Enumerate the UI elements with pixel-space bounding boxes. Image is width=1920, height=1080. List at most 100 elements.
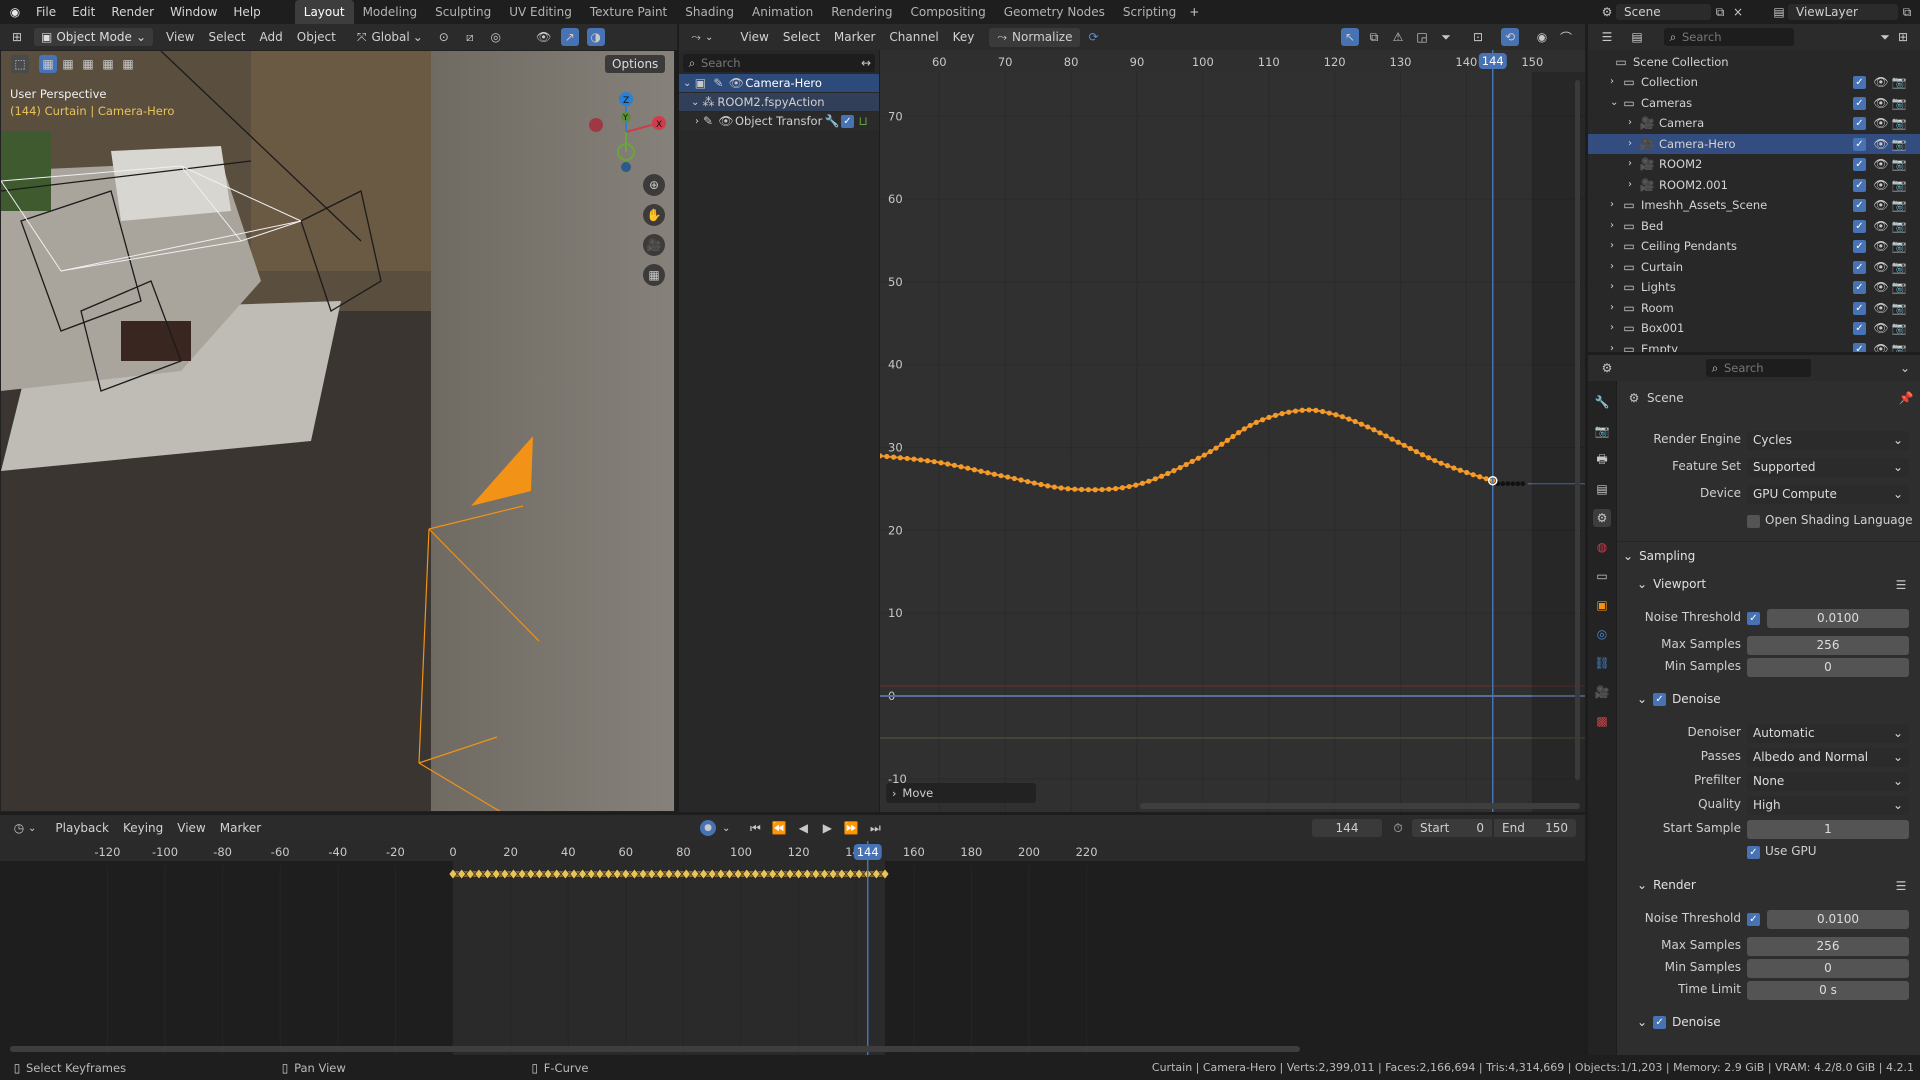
chevron-right-icon[interactable]: ›: [1628, 113, 1638, 133]
chevron-right-icon[interactable]: ›: [1610, 216, 1620, 236]
channel-transform[interactable]: › ✎ 👁 Object Transfor 🔧 ✓ ⊔: [679, 112, 879, 130]
graph-editor-type-icon[interactable]: ⤳: [687, 28, 705, 46]
chevron-right-icon[interactable]: ›: [1610, 195, 1620, 215]
timeline-scrollbar[interactable]: [10, 1046, 1300, 1052]
chevron-right-icon[interactable]: ›: [1610, 257, 1620, 277]
eye-icon[interactable]: 👁: [1872, 299, 1890, 317]
eye-icon[interactable]: 👁: [1872, 114, 1890, 132]
timeline-type-icon[interactable]: ◷: [10, 819, 28, 837]
vertical-scrollbar[interactable]: [1575, 80, 1580, 780]
eye-icon[interactable]: 👁: [717, 112, 735, 130]
viewlayer-selector[interactable]: ▤ ViewLayer ⧉ ×: [1770, 2, 1920, 22]
r-denoise-checkbox[interactable]: ✓: [1653, 1015, 1667, 1029]
presets-list-icon[interactable]: ☰: [1892, 877, 1910, 895]
start-frame-field[interactable]: Start 0: [1412, 819, 1492, 837]
overlay-toggle-icon[interactable]: ◑: [586, 28, 605, 46]
jump-start-icon[interactable]: ⏮: [746, 819, 764, 837]
eye-icon[interactable]: 👁: [1872, 73, 1890, 91]
eye-icon[interactable]: 👁: [727, 74, 745, 92]
outliner-row[interactable]: › ▭ Imeshh_Assets_Scene ✓ 👁 📷: [1588, 195, 1920, 215]
scene-selector[interactable]: ⚙ Scene ⧉ ×: [1598, 2, 1747, 22]
exclude-checkbox[interactable]: ✓: [1853, 199, 1866, 212]
horizontal-scrollbar[interactable]: [1140, 803, 1580, 809]
camera-view-icon[interactable]: 🎥: [643, 234, 665, 256]
timeline-menu-keying[interactable]: Keying: [116, 821, 170, 835]
presets-list-icon[interactable]: ☰: [1892, 576, 1910, 594]
eye-icon[interactable]: 👁: [1872, 94, 1890, 112]
graph-menu-view[interactable]: View: [733, 30, 775, 44]
camera-render-icon[interactable]: 📷: [1890, 319, 1908, 337]
navigation-gizmo[interactable]: Z Y X: [581, 87, 671, 177]
r-noise-threshold-checkbox[interactable]: ✓: [1747, 913, 1760, 926]
zoom-icon[interactable]: ⊕: [643, 174, 665, 196]
r-max-samples-field[interactable]: 256: [1747, 937, 1909, 956]
vp-denoise-checkbox[interactable]: ✓: [1653, 692, 1667, 706]
swap-icon[interactable]: ↔: [857, 54, 875, 72]
normalize-toggle[interactable]: ⤳ Normalize: [989, 27, 1081, 47]
visibility-icon[interactable]: 👁: [535, 28, 553, 46]
vp-noise-threshold-checkbox[interactable]: ✓: [1747, 612, 1760, 625]
filter-icon[interactable]: ⏷: [1876, 28, 1894, 46]
outliner-row[interactable]: › ▭ Lights ✓ 👁 📷: [1588, 277, 1920, 297]
camera-render-icon[interactable]: 📷: [1890, 237, 1908, 255]
r-min-samples-field[interactable]: 0: [1747, 959, 1909, 978]
auto-snap-icon[interactable]: ⟲: [1501, 28, 1519, 46]
chevron-right-icon[interactable]: ›: [1610, 236, 1620, 256]
add-workspace-icon[interactable]: +: [1185, 3, 1203, 21]
tool-tab-icon[interactable]: 🔧: [1593, 393, 1611, 411]
render-engine-dropdown[interactable]: Cycles ⌄: [1747, 431, 1909, 450]
lock-icon[interactable]: ⊔: [854, 112, 872, 130]
blender-logo-icon[interactable]: ◉: [6, 3, 24, 21]
outliner-row[interactable]: › 🎥 ROOM2.001 ✓ 👁 📷: [1588, 175, 1920, 195]
proportional-edit-icon[interactable]: ◎: [487, 28, 505, 46]
orientation-dropdown[interactable]: ⤧ Global ⌄: [357, 30, 423, 45]
outliner-row[interactable]: › 🎥 Camera-Hero ✓ 👁 📷: [1588, 133, 1920, 154]
quality-dropdown[interactable]: High ⌄: [1747, 796, 1909, 815]
record-icon[interactable]: ●: [700, 820, 716, 836]
graph-menu-channel[interactable]: Channel: [882, 30, 945, 44]
new-collection-icon[interactable]: ⊞: [1894, 28, 1912, 46]
neg-z-axis-icon[interactable]: [621, 162, 631, 172]
ortho-grid-icon[interactable]: ▦: [643, 264, 665, 286]
viewport-menu-view[interactable]: View: [159, 30, 201, 44]
stopwatch-icon[interactable]: ⏱: [1389, 819, 1407, 837]
osl-checkbox[interactable]: [1747, 515, 1760, 528]
chevron-down-icon[interactable]: ⌄: [1900, 361, 1910, 375]
properties-type-icon[interactable]: ⚙: [1598, 359, 1616, 377]
world-tab-icon[interactable]: ◍: [1593, 538, 1611, 556]
exclude-checkbox[interactable]: ✓: [1853, 96, 1866, 110]
timeline-menu-marker[interactable]: Marker: [213, 821, 268, 835]
outliner-row[interactable]: › ▭ Collection ✓ 👁 📷: [1588, 72, 1920, 92]
graph-menu-key[interactable]: Key: [946, 30, 982, 44]
timeline-area[interactable]: -120-100-80-60-40-2002040608010012014016…: [0, 841, 1585, 1055]
camera-render-icon[interactable]: 📷: [1890, 196, 1908, 214]
outliner-row[interactable]: › ▭ Box001 ✓ 👁 📷: [1588, 318, 1920, 338]
select-subtract-icon[interactable]: ▦: [79, 55, 97, 73]
output-tab-icon[interactable]: 🖶: [1593, 451, 1611, 469]
chevron-right-icon[interactable]: ›: [1610, 339, 1620, 353]
tab-texture-paint[interactable]: Texture Paint: [581, 0, 676, 24]
mode-dropdown[interactable]: ▣ Object Mode ⌄: [34, 28, 153, 46]
eye-icon[interactable]: 👁: [1872, 237, 1890, 255]
delete-viewlayer-icon[interactable]: ×: [1916, 3, 1920, 21]
eye-icon[interactable]: 👁: [1872, 258, 1890, 276]
constraints-tab-icon[interactable]: ⛓: [1593, 654, 1611, 672]
feature-set-dropdown[interactable]: Supported ⌄: [1747, 458, 1909, 477]
object-tab-icon[interactable]: ▣: [1593, 596, 1611, 614]
camera-render-icon[interactable]: 📷: [1890, 155, 1908, 173]
chevron-right-icon[interactable]: ›: [1610, 318, 1620, 338]
viewport-subpanel-header[interactable]: ⌄ Viewport: [1637, 577, 1706, 591]
eye-icon[interactable]: 👁: [1872, 217, 1890, 235]
timeline-menu-view[interactable]: View: [170, 821, 212, 835]
tab-modeling[interactable]: Modeling: [354, 0, 427, 24]
menu-edit[interactable]: Edit: [64, 0, 103, 24]
eye-icon[interactable]: 👁: [1872, 278, 1890, 296]
scene-tab-icon[interactable]: ⚙: [1593, 509, 1611, 527]
tab-geometry-nodes[interactable]: Geometry Nodes: [995, 0, 1114, 24]
tab-compositing[interactable]: Compositing: [901, 0, 994, 24]
fcurve-plot[interactable]: 60 70 80 90 100 110 120 130 140 150 70 60 50 40 30 20 10…: [880, 50, 1585, 812]
prev-keyframe-icon[interactable]: ⏪: [770, 819, 788, 837]
outliner-row[interactable]: › 🎥 Camera ✓ 👁 📷: [1588, 113, 1920, 133]
exclude-checkbox[interactable]: ✓: [1853, 281, 1866, 294]
outliner-row[interactable]: › 🎥 ROOM2 ✓ 👁 📷: [1588, 154, 1920, 174]
